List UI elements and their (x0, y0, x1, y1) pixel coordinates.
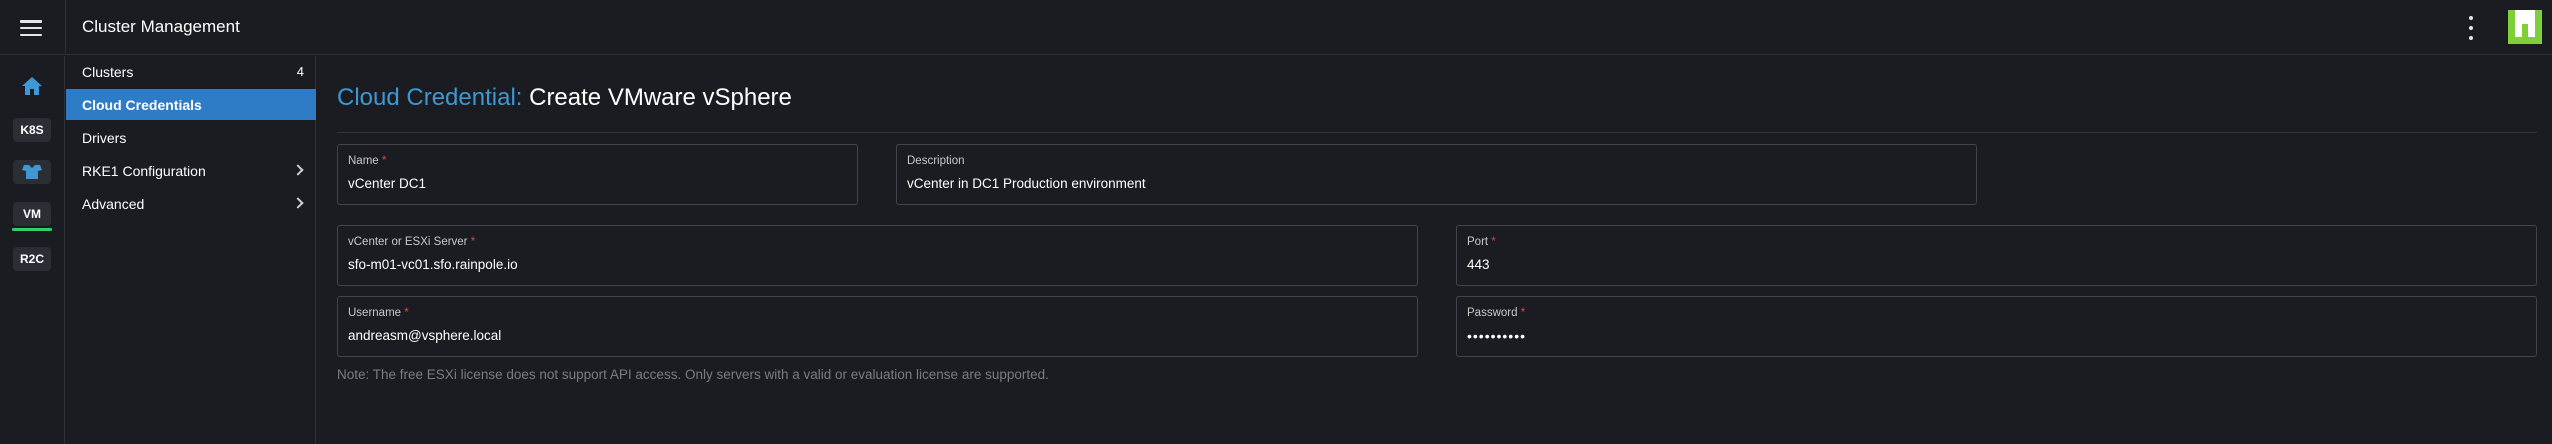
kebab-menu-icon[interactable] (2466, 16, 2476, 40)
name-field[interactable]: Name * vCenter DC1 (337, 144, 858, 205)
password-label: Password * (1467, 307, 1526, 319)
active-indicator (12, 228, 52, 231)
description-field[interactable]: Description vCenter in DC1 Production en… (896, 144, 1977, 205)
port-label: Port * (1467, 236, 1496, 248)
username-input[interactable]: andreasm@vsphere.local (348, 328, 1407, 344)
page-title-prefix[interactable]: Cloud Credential: (337, 84, 522, 111)
nav-item-label: Drivers (82, 129, 127, 146)
port-input[interactable]: 443 (1467, 257, 2526, 273)
username-field[interactable]: Username * andreasm@vsphere.local (337, 296, 1418, 357)
rail-item-harvester[interactable] (12, 158, 52, 186)
nav-item-rke1-configuration[interactable]: RKE1 Configuration (66, 155, 316, 186)
avatar[interactable] (2508, 10, 2542, 44)
nav-item-clusters[interactable]: Clusters 4 (66, 56, 316, 87)
rail-item-r2c[interactable]: R2C (12, 245, 52, 273)
port-field[interactable]: Port * 443 (1456, 225, 2537, 286)
nav-item-advanced[interactable]: Advanced (66, 188, 316, 219)
rail-item-k8s-label: K8S (13, 118, 51, 142)
nav-item-cloud-credentials[interactable]: Cloud Credentials (66, 89, 316, 120)
app-title: Cluster Management (82, 17, 240, 36)
nav-item-drivers[interactable]: Drivers (66, 122, 316, 153)
hamburger-menu-icon[interactable] (20, 20, 42, 36)
rail-item-vm[interactable]: VM (12, 200, 52, 228)
title-divider (337, 132, 2537, 133)
page-title-main: Create VMware vSphere (529, 84, 792, 111)
nav-item-label: Cloud Credentials (82, 96, 202, 113)
icon-rail: K8S VM R2C (0, 56, 65, 444)
description-input[interactable]: vCenter in DC1 Production environment (907, 176, 1966, 192)
header-divider (65, 0, 66, 55)
chevron-right-icon (292, 197, 304, 209)
page-title: Cloud Credential: Create VMware vSphere (337, 84, 792, 112)
nav-item-label: Clusters (82, 63, 134, 80)
rail-item-r2c-label: R2C (13, 247, 51, 271)
name-input[interactable]: vCenter DC1 (348, 176, 847, 192)
cluster-nav: Clusters 4 Cloud Credentials Drivers RKE… (66, 56, 316, 444)
name-label: Name * (348, 155, 387, 167)
clusters-count: 4 (296, 64, 304, 79)
rail-item-vm-label: VM (13, 202, 51, 226)
home-icon[interactable] (12, 72, 52, 100)
server-field[interactable]: vCenter or ESXi Server * sfo-m01-vc01.sf… (337, 225, 1418, 286)
chevron-right-icon (292, 164, 304, 176)
server-input[interactable]: sfo-m01-vc01.sfo.rainpole.io (348, 257, 1407, 273)
password-field[interactable]: Password * •••••••••• (1456, 296, 2537, 357)
harvester-icon (13, 160, 51, 184)
nav-item-label: Advanced (82, 195, 145, 212)
password-input[interactable]: •••••••••• (1467, 328, 2526, 344)
username-label: Username * (348, 307, 409, 319)
rail-item-k8s[interactable]: K8S (12, 116, 52, 144)
license-note: Note: The free ESXi license does not sup… (337, 367, 1049, 382)
top-header: Cluster Management (0, 0, 2552, 55)
nav-item-label: RKE1 Configuration (82, 162, 206, 179)
server-label: vCenter or ESXi Server * (348, 236, 476, 248)
description-label: Description (907, 155, 965, 167)
